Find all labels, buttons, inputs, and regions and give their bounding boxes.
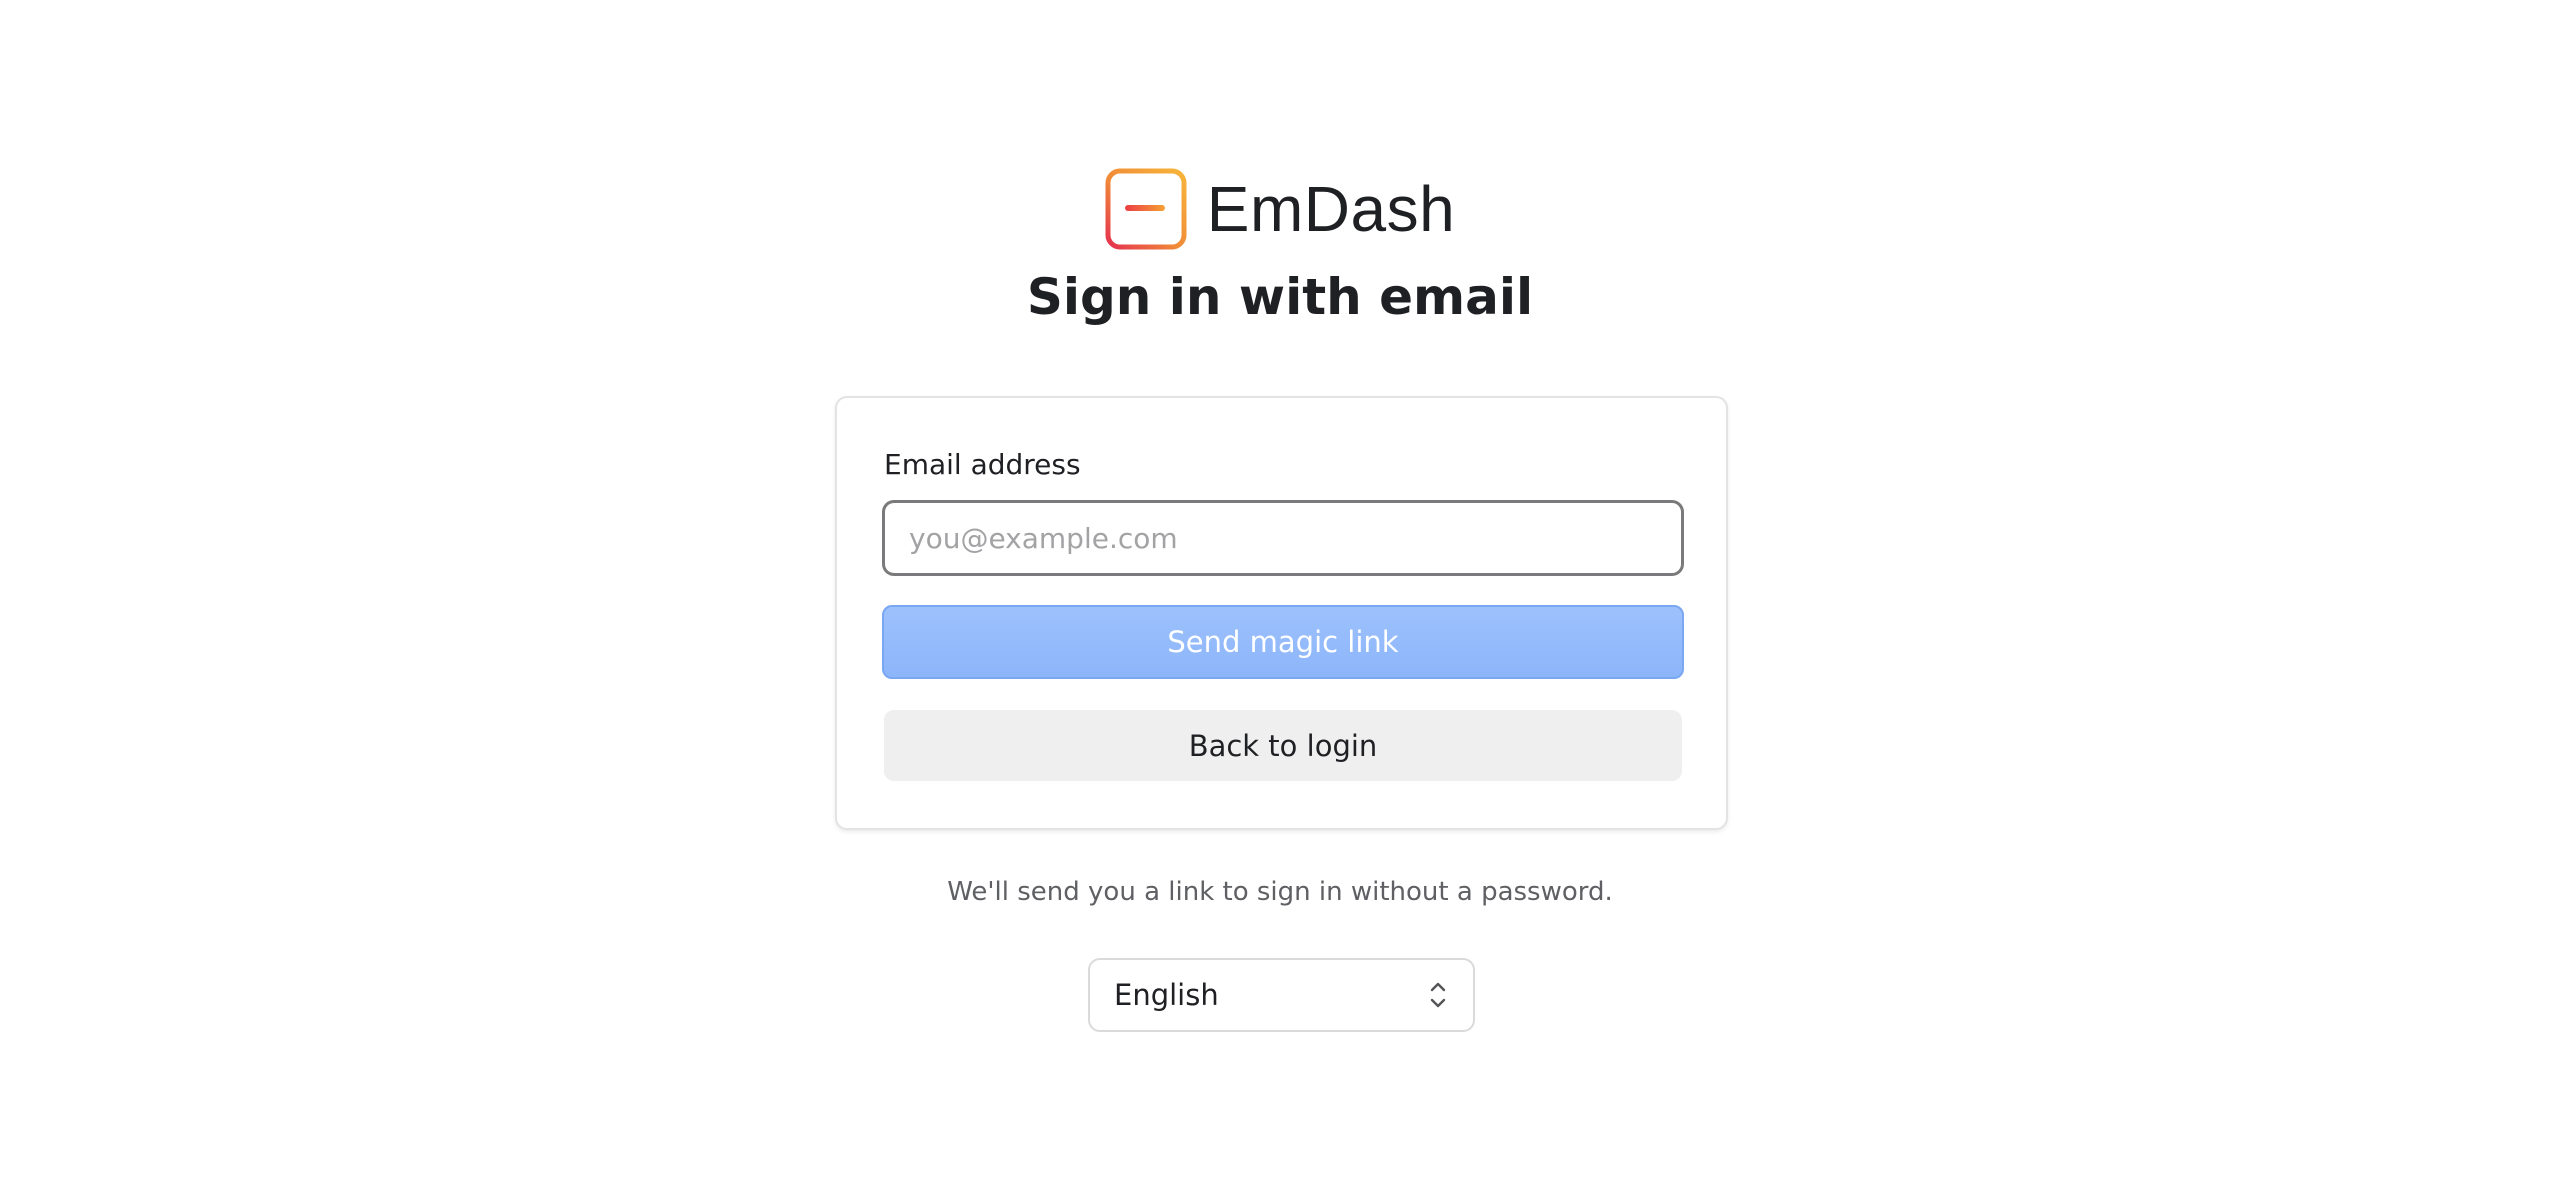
back-to-login-button[interactable]: Back to login (884, 710, 1682, 781)
brand-name: EmDash (1206, 173, 1456, 245)
language-select[interactable]: English (1088, 958, 1475, 1032)
brand-header: EmDash (0, 168, 2560, 250)
send-magic-link-button[interactable]: Send magic link (882, 605, 1684, 679)
page-title: Sign in with email (1026, 268, 1534, 326)
sign-in-page: EmDash Sign in with email Email address … (0, 0, 2560, 1200)
email-label: Email address (884, 448, 1081, 481)
language-selected-value: English (1114, 978, 1219, 1012)
helper-text: We'll send you a link to sign in without… (947, 877, 1613, 907)
chevron-up-down-icon (1430, 982, 1446, 1008)
emdash-logo-icon (1105, 168, 1187, 250)
email-field[interactable] (882, 500, 1684, 576)
brand-lockup: EmDash (1105, 168, 1455, 250)
sign-in-card: Email address Send magic link Back to lo… (835, 396, 1728, 830)
